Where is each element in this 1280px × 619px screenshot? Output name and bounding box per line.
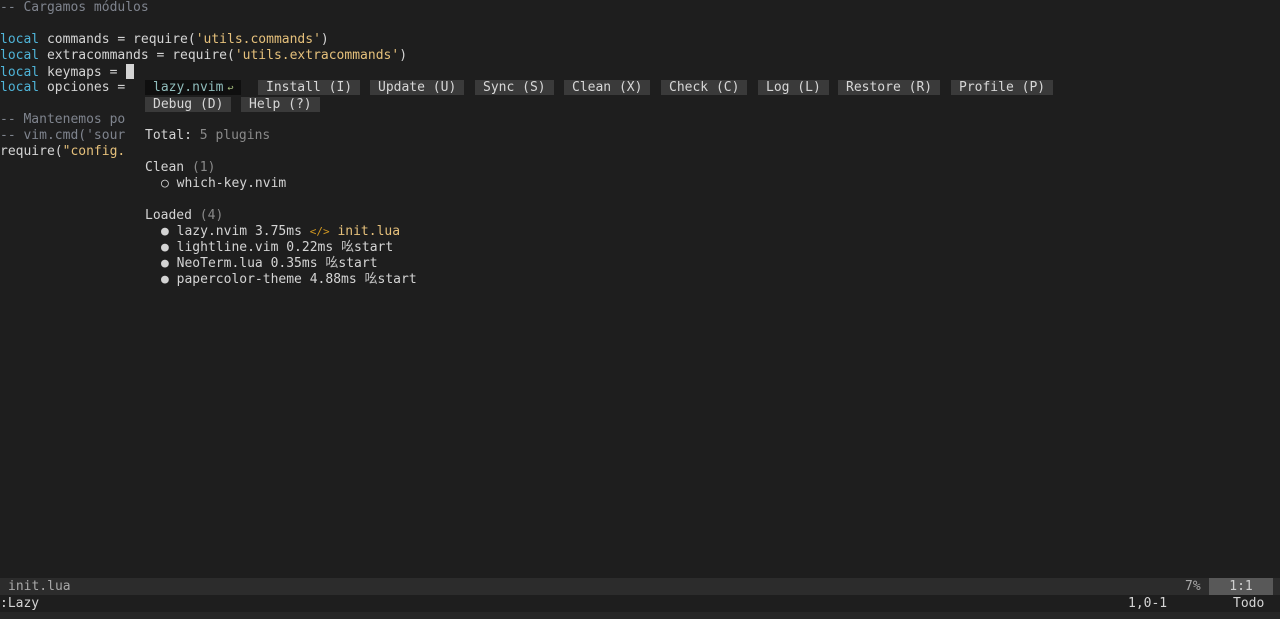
start-event-icon: 吆 (325, 256, 339, 271)
filled-circle-icon: ● (161, 272, 169, 287)
total-label: Total: (145, 128, 192, 143)
section-count: (4) (199, 208, 224, 223)
load-time: 4.88ms (309, 272, 357, 287)
filled-circle-icon: ● (161, 240, 169, 255)
tab-update[interactable]: Update (U) (370, 80, 465, 95)
code-text: commands = require( (39, 32, 196, 47)
code-text: require( (0, 144, 63, 159)
clean-section-header: Clean (1) (145, 160, 215, 176)
code-comment-line: -- Mantenemos po (0, 112, 126, 127)
tab-sync[interactable]: Sync (S) (475, 80, 554, 95)
start-event-icon: 吆 (341, 240, 355, 255)
section-label: Loaded (145, 208, 192, 223)
tab-log[interactable]: Log (L) (758, 80, 829, 95)
load-time: 0.22ms (286, 240, 334, 255)
tab-profile[interactable]: Profile (P) (951, 80, 1054, 95)
total-value: 5 plugins (199, 128, 271, 143)
code-text: extracommands = require( (39, 48, 235, 63)
tab-help[interactable]: Help (?) (241, 97, 320, 112)
load-source: start (377, 272, 417, 287)
load-source: start (354, 240, 394, 255)
string-literal: 'utils.extracommands' (234, 48, 400, 63)
code-line: local commands = require('utils.commands… (0, 32, 329, 48)
text-cursor (126, 64, 135, 79)
statusline-position: 1:1 (1209, 578, 1273, 595)
start-event-icon: 吆 (364, 272, 378, 287)
statusline-percent: 7% (1185, 579, 1201, 594)
load-time: 3.75ms (254, 224, 302, 239)
plugin-item-neoterm[interactable]: ● NeoTerm.lua 0.35ms 吆start (161, 256, 378, 272)
tab-label: lazy.nvim (153, 80, 224, 95)
keyword-local: local (0, 65, 40, 80)
code-line: local keymaps = (0, 64, 135, 80)
code-comment-line: -- vim.cmd('sour (0, 128, 126, 143)
code-icon: </> (309, 225, 330, 238)
code-line: local extracommands = require('utils.ext… (0, 48, 407, 64)
plugin-item-papercolor[interactable]: ● papercolor-theme 4.88ms 吆start (161, 272, 417, 288)
hollow-circle-icon: ○ (161, 176, 169, 191)
code-comment-line: -- Cargamos módulos (0, 0, 149, 15)
tab-lazy-nvim[interactable]: lazy.nvim ↩ (145, 80, 242, 95)
bottom-edge (0, 612, 1280, 619)
keyword-local: local (0, 48, 40, 63)
scroll-position: Todo (1233, 596, 1265, 611)
tab-debug[interactable]: Debug (D) (145, 97, 232, 112)
load-source: start (338, 256, 378, 271)
code-text: ) (399, 48, 408, 63)
code-line: require("config. (0, 144, 125, 160)
editor-buffer[interactable]: -- Cargamos módulos local commands = req… (0, 0, 1280, 578)
string-literal: "config. (62, 144, 126, 159)
code-line: local opciones = (0, 80, 133, 96)
plugin-item-which-key[interactable]: ○ which-key.nvim (161, 176, 286, 192)
statusline: init.lua 7% 1:1 (0, 578, 1280, 595)
plugin-name: papercolor-theme (176, 272, 302, 287)
statusline-filename: init.lua (8, 579, 71, 594)
code-text: ) (320, 32, 329, 47)
code-text: keymaps = (39, 65, 126, 80)
code-text: opciones = (39, 80, 134, 95)
plugin-item-lazy-nvim[interactable]: ● lazy.nvim 3.75ms </> init.lua (161, 224, 400, 240)
command-line[interactable]: :Lazy 1,0-1 Todo (0, 595, 1280, 612)
plugin-name: lazy.nvim (176, 224, 248, 239)
section-label: Clean (145, 160, 185, 175)
plugin-name: which-key.nvim (176, 176, 287, 191)
total-line: Total: 5 plugins (145, 128, 270, 144)
section-count: (1) (191, 160, 216, 175)
lazy-plugin-manager-window: lazy.nvim ↩ Install (I) Update (U) Sync (… (137, 78, 1127, 308)
plugin-item-lightline[interactable]: ● lightline.vim 0.22ms 吆start (161, 240, 393, 256)
filled-circle-icon: ● (161, 224, 169, 239)
command-text: :Lazy (0, 596, 40, 611)
keyword-local: local (0, 32, 40, 47)
return-icon: ↩ (227, 83, 234, 94)
filled-circle-icon: ● (161, 256, 169, 271)
plugin-name: lightline.vim (176, 240, 279, 255)
load-time: 0.35ms (270, 256, 318, 271)
keyword-local: local (0, 80, 40, 95)
tab-restore[interactable]: Restore (R) (838, 80, 941, 95)
tab-clean[interactable]: Clean (X) (564, 80, 651, 95)
load-source: init.lua (337, 224, 401, 239)
plugin-name: NeoTerm.lua (176, 256, 263, 271)
ruler: 1,0-1 (1128, 596, 1168, 611)
loaded-section-header: Loaded (4) (145, 208, 223, 224)
string-literal: 'utils.commands' (195, 32, 321, 47)
tab-check[interactable]: Check (C) (661, 80, 748, 95)
tab-install[interactable]: Install (I) (258, 80, 361, 95)
